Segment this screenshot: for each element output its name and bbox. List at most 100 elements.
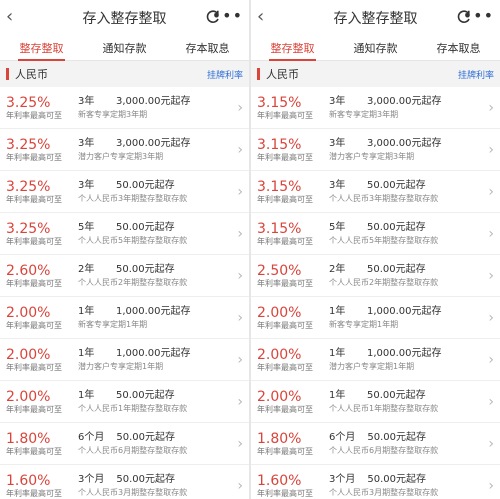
min-amount: 50.00元起存 xyxy=(367,221,426,233)
term: 1年 xyxy=(78,389,95,401)
rate-value: 1.60% xyxy=(257,472,302,489)
rate-label: 年利率最高可至 xyxy=(6,110,62,120)
term: 3年 xyxy=(329,95,346,107)
min-amount: 50.00元起存 xyxy=(116,221,175,233)
term: 3年 xyxy=(78,137,95,149)
listed-rates-link[interactable]: 挂牌利率 xyxy=(458,68,494,81)
tab-notice-deposit[interactable]: 通知存款 xyxy=(83,36,166,60)
product-desc: 个人人民币1年期整存整取存款 xyxy=(329,403,439,413)
tab-fixed-deposit[interactable]: 整存整取 xyxy=(0,36,83,61)
row-line1: 3个月 50.00元起存 xyxy=(329,473,480,487)
back-chevron-icon[interactable]: ‹ xyxy=(6,8,24,26)
deposit-row[interactable]: 3.15% 年利率最高可至 3年 3,000.00元起存 潜力客户专享定期3年期… xyxy=(251,129,500,171)
more-dots-icon[interactable]: ••• xyxy=(212,6,243,25)
term: 3年 xyxy=(329,179,346,191)
min-amount: 50.00元起存 xyxy=(116,431,176,443)
rate-block: 2.50% 年利率最高可至 xyxy=(257,263,329,289)
rate-value: 2.00% xyxy=(257,388,302,405)
more-dots-icon[interactable]: ••• xyxy=(463,6,494,25)
term: 3年 xyxy=(78,95,95,107)
row-line1: 1年 1,000.00元起存 xyxy=(329,347,480,361)
deposit-row[interactable]: 3.15% 年利率最高可至 5年 50.00元起存 个人人民币5年期整存整取存款… xyxy=(251,213,500,255)
deposit-row[interactable]: 2.00% 年利率最高可至 1年 50.00元起存 个人人民币1年期整存整取存款… xyxy=(0,381,249,423)
min-amount: 50.00元起存 xyxy=(367,179,426,191)
tab-interest-withdrawal[interactable]: 存本取息 xyxy=(166,36,249,60)
deposit-row[interactable]: 2.00% 年利率最高可至 1年 1,000.00元起存 新客专享定期1年期 › xyxy=(251,297,500,339)
deposit-row[interactable]: 3.15% 年利率最高可至 3年 50.00元起存 个人人民币3年期整存整取存款… xyxy=(251,171,500,213)
row-line1: 6个月 50.00元起存 xyxy=(78,431,229,445)
term: 1年 xyxy=(329,305,346,317)
row-line1: 3年 3,000.00元起存 xyxy=(329,95,480,109)
listed-rates-link[interactable]: 挂牌利率 xyxy=(207,68,243,81)
rate-value: 2.00% xyxy=(6,346,51,363)
rate-value: 3.15% xyxy=(257,94,302,111)
row-details: 1年 50.00元起存 个人人民币1年期整存整取存款 xyxy=(329,389,480,415)
rate-block: 3.15% 年利率最高可至 xyxy=(257,137,329,163)
deposit-row[interactable]: 3.25% 年利率最高可至 3年 3,000.00元起存 新客专享定期3年期 › xyxy=(0,87,249,129)
rate-block: 3.25% 年利率最高可至 xyxy=(6,179,78,205)
deposit-row[interactable]: 2.00% 年利率最高可至 1年 50.00元起存 个人人民币1年期整存整取存款… xyxy=(251,381,500,423)
row-details: 3年 3,000.00元起存 新客专享定期3年期 xyxy=(329,95,480,121)
min-amount: 1,000.00元起存 xyxy=(367,347,442,359)
chevron-right-icon: › xyxy=(237,435,243,452)
term: 2年 xyxy=(78,263,95,275)
deposit-row[interactable]: 3.15% 年利率最高可至 3年 3,000.00元起存 新客专享定期3年期 › xyxy=(251,87,500,129)
chevron-right-icon: › xyxy=(237,141,243,158)
min-amount: 1,000.00元起存 xyxy=(116,347,191,359)
row-details: 3年 3,000.00元起存 潜力客户专享定期3年期 xyxy=(329,137,480,163)
row-line1: 1年 1,000.00元起存 xyxy=(78,305,229,319)
rate-value: 3.25% xyxy=(6,136,51,153)
deposit-row[interactable]: 1.80% 年利率最高可至 6个月 50.00元起存 个人人民币6月期整存整取存… xyxy=(0,423,249,465)
tab-notice-deposit[interactable]: 通知存款 xyxy=(334,36,417,60)
product-desc: 潜力客户专享定期3年期 xyxy=(78,151,164,161)
row-details: 6个月 50.00元起存 个人人民币6月期整存整取存款 xyxy=(329,431,480,457)
min-amount: 50.00元起存 xyxy=(367,263,426,275)
product-desc: 个人人民币3年期整存整取存款 xyxy=(329,193,439,203)
deposit-row[interactable]: 2.00% 年利率最高可至 1年 1,000.00元起存 新客专享定期1年期 › xyxy=(0,297,249,339)
tab-interest-withdrawal[interactable]: 存本取息 xyxy=(417,36,500,60)
rate-block: 1.60% 年利率最高可至 xyxy=(257,473,329,499)
deposit-row[interactable]: 3.25% 年利率最高可至 5年 50.00元起存 个人人民币5年期整存整取存款… xyxy=(0,213,249,255)
deposit-row[interactable]: 3.25% 年利率最高可至 3年 3,000.00元起存 潜力客户专享定期3年期… xyxy=(0,129,249,171)
deposit-row[interactable]: 2.00% 年利率最高可至 1年 1,000.00元起存 潜力客户专享定期1年期… xyxy=(251,339,500,381)
row-line1: 1年 1,000.00元起存 xyxy=(329,305,480,319)
deposit-row[interactable]: 1.60% 年利率最高可至 3个月 50.00元起存 个人人民币3月期整存整取存… xyxy=(0,465,249,499)
term: 5年 xyxy=(329,221,346,233)
rate-value: 2.00% xyxy=(257,346,302,363)
deposit-row[interactable]: 2.50% 年利率最高可至 2年 50.00元起存 个人人民币2年期整存整取存款… xyxy=(251,255,500,297)
rate-value: 3.25% xyxy=(6,178,51,195)
row-line1: 5年 50.00元起存 xyxy=(78,221,229,235)
section-header: 人民币 挂牌利率 xyxy=(251,61,500,87)
chevron-right-icon: › xyxy=(488,99,494,116)
row-line1: 5年 50.00元起存 xyxy=(329,221,480,235)
rate-label: 年利率最高可至 xyxy=(257,404,313,414)
rate-label: 年利率最高可至 xyxy=(257,488,313,498)
row-line1: 1年 50.00元起存 xyxy=(78,389,229,403)
term: 1年 xyxy=(329,347,346,359)
back-chevron-icon[interactable]: ‹ xyxy=(257,8,275,26)
deposit-screen-right: ‹ 存入整存整取 ••• 整存整取 通知存款 存本取息 人民币 挂牌利率 3.1… xyxy=(251,0,500,499)
section-accent-bar xyxy=(257,68,260,80)
rate-block: 3.15% 年利率最高可至 xyxy=(257,221,329,247)
deposit-row[interactable]: 1.80% 年利率最高可至 6个月 50.00元起存 个人人民币6月期整存整取存… xyxy=(251,423,500,465)
deposit-row[interactable]: 1.60% 年利率最高可至 3个月 50.00元起存 个人人民币3月期整存整取存… xyxy=(251,465,500,499)
rate-label: 年利率最高可至 xyxy=(6,446,62,456)
rate-value: 3.15% xyxy=(257,136,302,153)
chevron-right-icon: › xyxy=(488,393,494,410)
min-amount: 3,000.00元起存 xyxy=(116,95,191,107)
deposit-row[interactable]: 3.25% 年利率最高可至 3年 50.00元起存 个人人民币3年期整存整取存款… xyxy=(0,171,249,213)
min-amount: 1,000.00元起存 xyxy=(116,305,191,317)
term: 3年 xyxy=(329,137,346,149)
top-bar: ‹ 存入整存整取 ••• xyxy=(251,0,500,36)
min-amount: 50.00元起存 xyxy=(367,473,427,485)
deposit-row[interactable]: 2.00% 年利率最高可至 1年 1,000.00元起存 潜力客户专享定期1年期… xyxy=(0,339,249,381)
tab-fixed-deposit[interactable]: 整存整取 xyxy=(251,36,334,61)
deposit-row[interactable]: 2.60% 年利率最高可至 2年 50.00元起存 个人人民币2年期整存整取存款… xyxy=(0,255,249,297)
rate-block: 2.00% 年利率最高可至 xyxy=(6,305,78,331)
rate-label: 年利率最高可至 xyxy=(6,488,62,498)
product-desc: 个人人民币2年期整存整取存款 xyxy=(78,277,188,287)
row-details: 1年 1,000.00元起存 潜力客户专享定期1年期 xyxy=(329,347,480,373)
row-details: 3年 3,000.00元起存 潜力客户专享定期3年期 xyxy=(78,137,229,163)
rate-block: 2.00% 年利率最高可至 xyxy=(257,389,329,415)
rate-value: 1.60% xyxy=(6,472,51,489)
